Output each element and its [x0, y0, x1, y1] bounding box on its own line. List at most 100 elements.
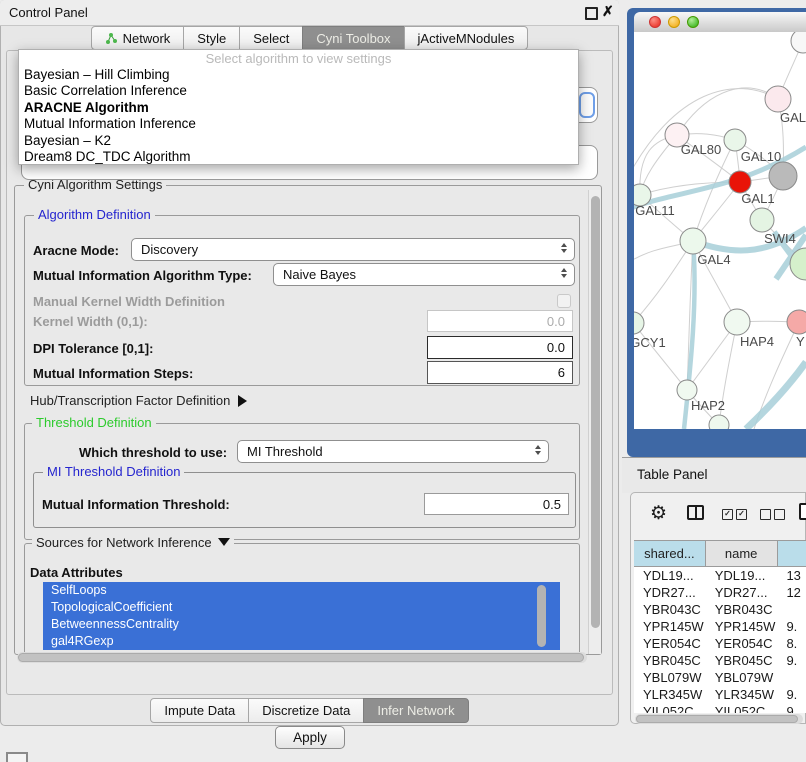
algorithm-dropdown-placeholder: Select algorithm to view settings — [19, 50, 578, 67]
node-hap2[interactable] — [677, 380, 697, 400]
which-threshold-combo[interactable]: MI Threshold — [237, 440, 549, 463]
attribute-list-item[interactable]: TopologicalCoefficient — [43, 599, 560, 616]
table-cell: YLR345W — [706, 686, 778, 703]
settings-vertical-scrollbar-thumb[interactable] — [591, 196, 600, 628]
node-gcy1[interactable] — [634, 312, 644, 334]
cyni-algorithm-settings-group: Cyni Algorithm Settings Algorithm Defini… — [14, 185, 602, 655]
attribute-list-scrollbar[interactable] — [537, 585, 546, 647]
table-row[interactable]: YLR345WYLR345W9. — [634, 686, 806, 703]
tab-label: Cyni Toolbox — [316, 31, 390, 46]
manual-kernel-checkbox[interactable] — [557, 294, 571, 308]
mi-steps-label: Mutual Information Steps: — [33, 366, 193, 381]
dpi-tolerance-label: DPI Tolerance [0,1]: — [33, 341, 153, 356]
table-cell: 9. — [777, 686, 806, 703]
network-canvas[interactable]: GALGAL80GAL10GAL1GAL11SWI4GAL4HAP4YGCY1H… — [634, 32, 806, 429]
table-cell: 8. — [777, 635, 806, 652]
node-hap4[interactable] — [724, 309, 750, 335]
float-panel-icon[interactable] — [585, 7, 598, 20]
tab-select[interactable]: Select — [239, 26, 303, 50]
node-gal4[interactable] — [680, 228, 706, 254]
tab-network[interactable]: Network — [91, 26, 185, 50]
tab-jactivemnodules[interactable]: jActiveMNodules — [404, 26, 529, 50]
hub-definition-toggle[interactable]: Hub/Transcription Factor Definition — [30, 393, 247, 408]
columns-icon[interactable] — [687, 505, 704, 520]
algorithm-definition-legend: Algorithm Definition — [34, 207, 155, 222]
table-cell: YBR043C — [634, 601, 706, 618]
gear-icon[interactable]: ⚙ — [650, 502, 667, 525]
attribute-list-item[interactable]: BetweennessCentrality — [43, 616, 560, 633]
table-row[interactable]: YBL079WYBL079W — [634, 669, 806, 686]
node-gal-right-label: GAL — [780, 110, 806, 125]
bottom-tab-discretize-data[interactable]: Discretize Data — [248, 698, 364, 723]
node-gal10[interactable] — [724, 129, 746, 151]
kernel-width-field[interactable]: 0.0 — [427, 310, 573, 332]
bottom-tab-infer-network[interactable]: Infer Network — [363, 698, 468, 723]
node-gray[interactable] — [769, 162, 797, 190]
column-header[interactable] — [778, 541, 806, 566]
node-pink-right[interactable] — [787, 310, 806, 334]
dropdown-item[interactable]: Mutual Information Inference — [19, 116, 578, 132]
sources-legend[interactable]: Sources for Network Inference — [32, 535, 234, 550]
dropdown-item[interactable]: Basic Correlation Inference — [19, 83, 578, 99]
deselect-all-checkboxes-icon[interactable] — [760, 509, 785, 520]
table-row[interactable]: YIL052CYIL052C9 — [634, 703, 806, 713]
table-cell: YER054C — [634, 635, 706, 652]
document-icon[interactable] — [799, 503, 806, 520]
table-horizontal-scrollbar[interactable] — [635, 714, 803, 724]
network-view-window: GALGAL80GAL10GAL1GAL11SWI4GAL4HAP4YGCY1H… — [627, 8, 806, 457]
node-gal1-label: GAL1 — [741, 191, 774, 206]
tab-label: Style — [197, 31, 226, 46]
column-header[interactable]: shared... — [634, 541, 706, 566]
bottom-tab-bar: Impute Data Discretize Data Infer Network — [0, 698, 619, 723]
close-traffic-light[interactable] — [649, 16, 661, 28]
tab-label: Network — [123, 31, 171, 46]
bottom-tab-impute-data[interactable]: Impute Data — [150, 698, 249, 723]
attribute-list-item[interactable]: SelfLoops — [43, 582, 560, 599]
node-partial-top[interactable] — [791, 32, 806, 53]
collapsed-panel-icon[interactable] — [6, 752, 28, 762]
table-cell: YPR145W — [634, 618, 706, 635]
minimize-traffic-light[interactable] — [668, 16, 680, 28]
table-row[interactable]: YDR27...YDR27...12 — [634, 584, 806, 601]
apply-button[interactable]: Apply — [275, 726, 345, 749]
table-row[interactable]: YDL19...YDL19...13 — [634, 567, 806, 584]
mi-type-combo[interactable]: Naive Bayes — [273, 263, 575, 286]
select-all-checkboxes-icon[interactable]: ✓✓ — [722, 509, 747, 520]
tab-style[interactable]: Style — [183, 26, 240, 50]
settings-horizontal-scrollbar[interactable] — [17, 652, 587, 663]
settings-horizontal-scrollbar-thumb[interactable] — [18, 653, 584, 662]
table-row[interactable]: YBR043CYBR043C — [634, 601, 806, 618]
network-graph: GALGAL80GAL10GAL1GAL11SWI4GAL4HAP4YGCY1H… — [634, 32, 806, 429]
combo-spinner-fragment[interactable] — [579, 92, 595, 118]
dropdown-item[interactable]: Bayesian – Hill Climbing — [19, 67, 578, 83]
node-partial-bottom[interactable] — [709, 415, 729, 429]
dropdown-item[interactable]: Bayesian – K2 — [19, 133, 578, 149]
attribute-list-item[interactable]: gal4RGexp — [43, 633, 560, 650]
mi-threshold-label: Mutual Information Threshold: — [42, 497, 230, 512]
dropdown-item[interactable]: Dream8 DC_TDC Algorithm — [19, 149, 578, 165]
node-green-mid[interactable] — [750, 208, 774, 232]
tab-cyni-toolbox[interactable]: Cyni Toolbox — [302, 26, 404, 50]
column-header[interactable]: name — [706, 541, 778, 566]
aracne-mode-combo[interactable]: Discovery — [131, 238, 575, 261]
node-pink-right-label: Y — [796, 334, 805, 349]
dropdown-item[interactable]: ARACNE Algorithm — [19, 100, 578, 116]
node-gal1[interactable] — [729, 171, 751, 193]
dpi-tolerance-field[interactable]: 0.0 — [427, 336, 573, 359]
settings-vertical-scrollbar[interactable] — [588, 190, 601, 654]
node-gal-right[interactable] — [765, 86, 791, 112]
network-window-titlebar[interactable] — [634, 12, 806, 33]
mi-steps-field[interactable]: 6 — [427, 361, 573, 384]
collapse-arrow-icon — [218, 538, 230, 546]
table-row[interactable]: YPR145WYPR145W9. — [634, 618, 806, 635]
close-icon[interactable]: ✗ — [602, 3, 614, 20]
zoom-traffic-light[interactable] — [687, 16, 699, 28]
table-row[interactable]: YBR045CYBR045C9. — [634, 652, 806, 669]
table-horizontal-scrollbar-thumb[interactable] — [636, 715, 798, 723]
mi-threshold-field[interactable]: 0.5 — [424, 493, 569, 515]
node-gal4-label: GAL4 — [697, 252, 730, 267]
table-row[interactable]: YER054CYER054C8. — [634, 635, 806, 652]
sources-legend-text: Sources for Network Inference — [36, 535, 212, 550]
tab-label: Discretize Data — [262, 703, 350, 718]
aracne-mode-label: Aracne Mode: — [33, 243, 119, 258]
